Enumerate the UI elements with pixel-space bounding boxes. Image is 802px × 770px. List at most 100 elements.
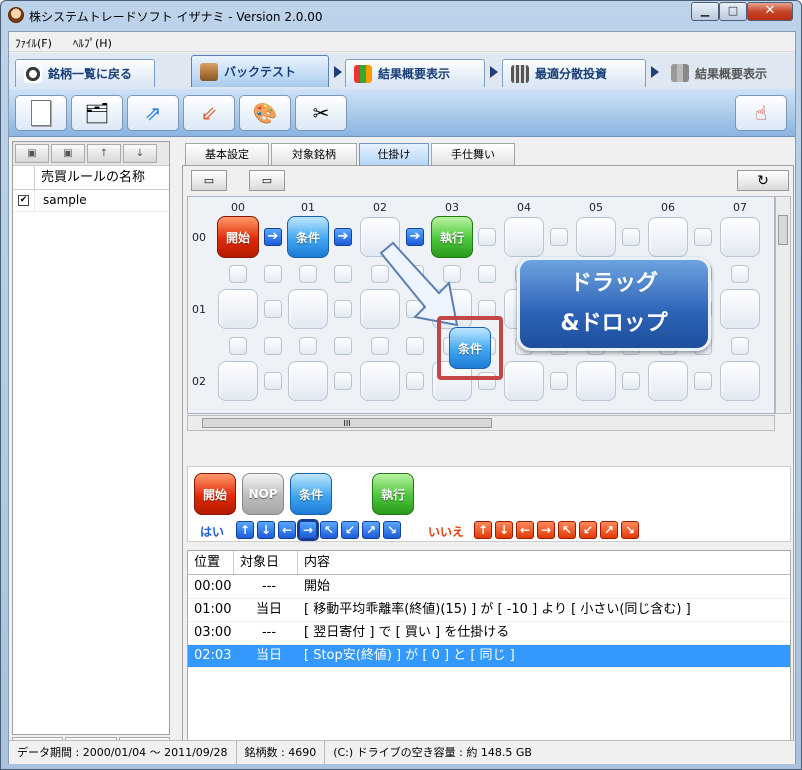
- rule-checkbox[interactable]: ✔: [18, 195, 29, 206]
- grid-connector-slot[interactable]: [334, 265, 352, 283]
- scroll-thumb[interactable]: [778, 215, 788, 245]
- no-arrow-left-icon[interactable]: ←: [516, 521, 534, 539]
- no-arrow-up-left-icon[interactable]: ↖: [558, 521, 576, 539]
- grid-connector-slot[interactable]: [299, 265, 317, 283]
- grid-connector-slot[interactable]: [371, 337, 389, 355]
- grid-connector-slot[interactable]: [478, 228, 496, 246]
- no-arrow-down-left-icon[interactable]: ↙: [579, 521, 597, 539]
- yes-arrow-down-right-icon[interactable]: ↘: [383, 521, 401, 539]
- title-bar[interactable]: 株システムトレードソフト イザナミ - Version 2.0.00 ▁ □ ✕: [1, 1, 801, 29]
- condition-node[interactable]: 条件: [287, 216, 329, 258]
- scroll-thumb[interactable]: III: [202, 418, 492, 428]
- export-button[interactable]: ⇗: [127, 95, 179, 131]
- no-arrow-right-icon[interactable]: →: [537, 521, 555, 539]
- maximize-button[interactable]: □: [719, 2, 747, 21]
- grid-connector-slot[interactable]: [478, 265, 496, 283]
- grid-slot[interactable]: [576, 217, 616, 257]
- grid-slot[interactable]: [720, 289, 760, 329]
- palette-button[interactable]: 🎨: [239, 95, 291, 131]
- grid-connector-slot[interactable]: [264, 337, 282, 355]
- grid-horizontal-scrollbar[interactable]: III: [187, 415, 775, 431]
- table-row[interactable]: 03:00 --- [ 翌日寄付 ] で [ 買い ] を仕掛ける: [188, 622, 790, 645]
- grid-export-button[interactable]: ▭: [191, 170, 227, 191]
- grid-connector-slot[interactable]: [229, 337, 247, 355]
- refresh-button[interactable]: ↻: [737, 170, 789, 191]
- grid-vertical-scrollbar[interactable]: [775, 196, 791, 414]
- minimize-button[interactable]: ▁: [691, 2, 719, 21]
- grid-connector-slot[interactable]: [694, 372, 712, 390]
- grid-connector-slot[interactable]: [731, 337, 749, 355]
- grid-slot[interactable]: [504, 361, 544, 401]
- grid-connector-slot[interactable]: [694, 228, 712, 246]
- tab-result-summary[interactable]: 結果概要表示: [345, 59, 485, 87]
- grid-slot[interactable]: [360, 361, 400, 401]
- open-button[interactable]: 🗂: [71, 95, 123, 131]
- tab-target-stocks[interactable]: 対象銘柄: [271, 143, 357, 165]
- tab-backtest[interactable]: バックテスト: [191, 55, 329, 87]
- grid-slot[interactable]: [218, 289, 258, 329]
- menu-file[interactable]: ﾌｧｲﾙ(F): [15, 35, 52, 51]
- menu-help[interactable]: ﾍﾙﾌﾟ(H): [73, 35, 112, 51]
- grid-slot[interactable]: [720, 361, 760, 401]
- tab-optimal-distribution[interactable]: 最適分散投資: [502, 59, 646, 87]
- tab-basic-settings[interactable]: 基本設定: [185, 143, 269, 165]
- new-file-button[interactable]: [15, 95, 67, 131]
- no-arrow-down-right-icon[interactable]: ↘: [621, 521, 639, 539]
- grid-connector-slot[interactable]: [264, 300, 282, 318]
- palette-execute-node[interactable]: 執行: [372, 473, 414, 515]
- yes-arrow-right-icon[interactable]: →: [297, 519, 319, 541]
- save-as-button[interactable]: ▣: [51, 144, 85, 163]
- move-down-button[interactable]: ↓: [123, 144, 157, 163]
- grid-connector-slot[interactable]: [406, 372, 424, 390]
- no-arrow-up-icon[interactable]: ↑: [474, 521, 492, 539]
- grid-connector-slot[interactable]: [264, 265, 282, 283]
- grid-slot[interactable]: [288, 361, 328, 401]
- grid-connector-slot[interactable]: [334, 372, 352, 390]
- save-button[interactable]: ▣: [15, 144, 49, 163]
- yes-arrow-down-icon[interactable]: ↓: [257, 521, 275, 539]
- palette-start-node[interactable]: 開始: [194, 473, 236, 515]
- grid-slot[interactable]: [576, 361, 616, 401]
- grid-connector-slot[interactable]: [334, 300, 352, 318]
- import-button[interactable]: ⇙: [183, 95, 235, 131]
- grid-connector-slot[interactable]: [622, 372, 640, 390]
- grid-slot[interactable]: [648, 361, 688, 401]
- table-row[interactable]: 00:00 --- 開始: [188, 576, 790, 599]
- yes-arrow-down-left-icon[interactable]: ↙: [341, 521, 359, 539]
- grid-slot[interactable]: [720, 217, 760, 257]
- list-item[interactable]: ✔ sample: [13, 190, 169, 212]
- grid-slot[interactable]: [648, 217, 688, 257]
- no-arrow-up-right-icon[interactable]: ↗: [600, 521, 618, 539]
- yes-arrow-up-right-icon[interactable]: ↗: [362, 521, 380, 539]
- yes-arrow-left-icon[interactable]: ←: [278, 521, 296, 539]
- dragged-condition-node[interactable]: 条件: [449, 327, 491, 369]
- tab-exit[interactable]: 手仕舞い: [431, 143, 515, 165]
- tab-back-to-list[interactable]: 銘柄一覧に戻る: [15, 59, 155, 87]
- tools-button[interactable]: ✂: [295, 95, 347, 131]
- grid-connector-slot[interactable]: [731, 265, 749, 283]
- tab-entry[interactable]: 仕掛け: [359, 143, 429, 165]
- grid-connector-slot[interactable]: [229, 265, 247, 283]
- grid-import-button[interactable]: ▭: [249, 170, 285, 191]
- palette-nop-node[interactable]: NOP: [242, 473, 284, 515]
- no-arrow-down-icon[interactable]: ↓: [495, 521, 513, 539]
- yes-arrow-up-icon[interactable]: ↑: [236, 521, 254, 539]
- grid-connector-slot[interactable]: [299, 337, 317, 355]
- move-up-button[interactable]: ↑: [87, 144, 121, 163]
- close-button[interactable]: ✕: [747, 2, 793, 21]
- table-row[interactable]: 01:00 当日 [ 移動平均乖離率(終値)(15) ] が [ -10 ] より …: [188, 599, 790, 622]
- grid-connector-slot[interactable]: [264, 372, 282, 390]
- grid-connector-slot[interactable]: [550, 228, 568, 246]
- grid-connector-slot[interactable]: [622, 228, 640, 246]
- grid-connector-slot[interactable]: [406, 337, 424, 355]
- grid-connector-slot[interactable]: [550, 372, 568, 390]
- start-node[interactable]: 開始: [217, 216, 259, 258]
- grid-slot[interactable]: [504, 217, 544, 257]
- grid-connector-slot[interactable]: [334, 337, 352, 355]
- tab-result-summary-2[interactable]: 結果概要表示: [663, 59, 795, 87]
- yes-arrow-up-left-icon[interactable]: ↖: [320, 521, 338, 539]
- table-row[interactable]: 02:03 当日 [ Stop安(終値) ] が [ 0 ] と [ 同じ ]: [188, 645, 790, 668]
- palette-condition-node[interactable]: 条件: [290, 473, 332, 515]
- arrow-right-icon[interactable]: ➔: [334, 228, 352, 246]
- grid-slot[interactable]: [288, 289, 328, 329]
